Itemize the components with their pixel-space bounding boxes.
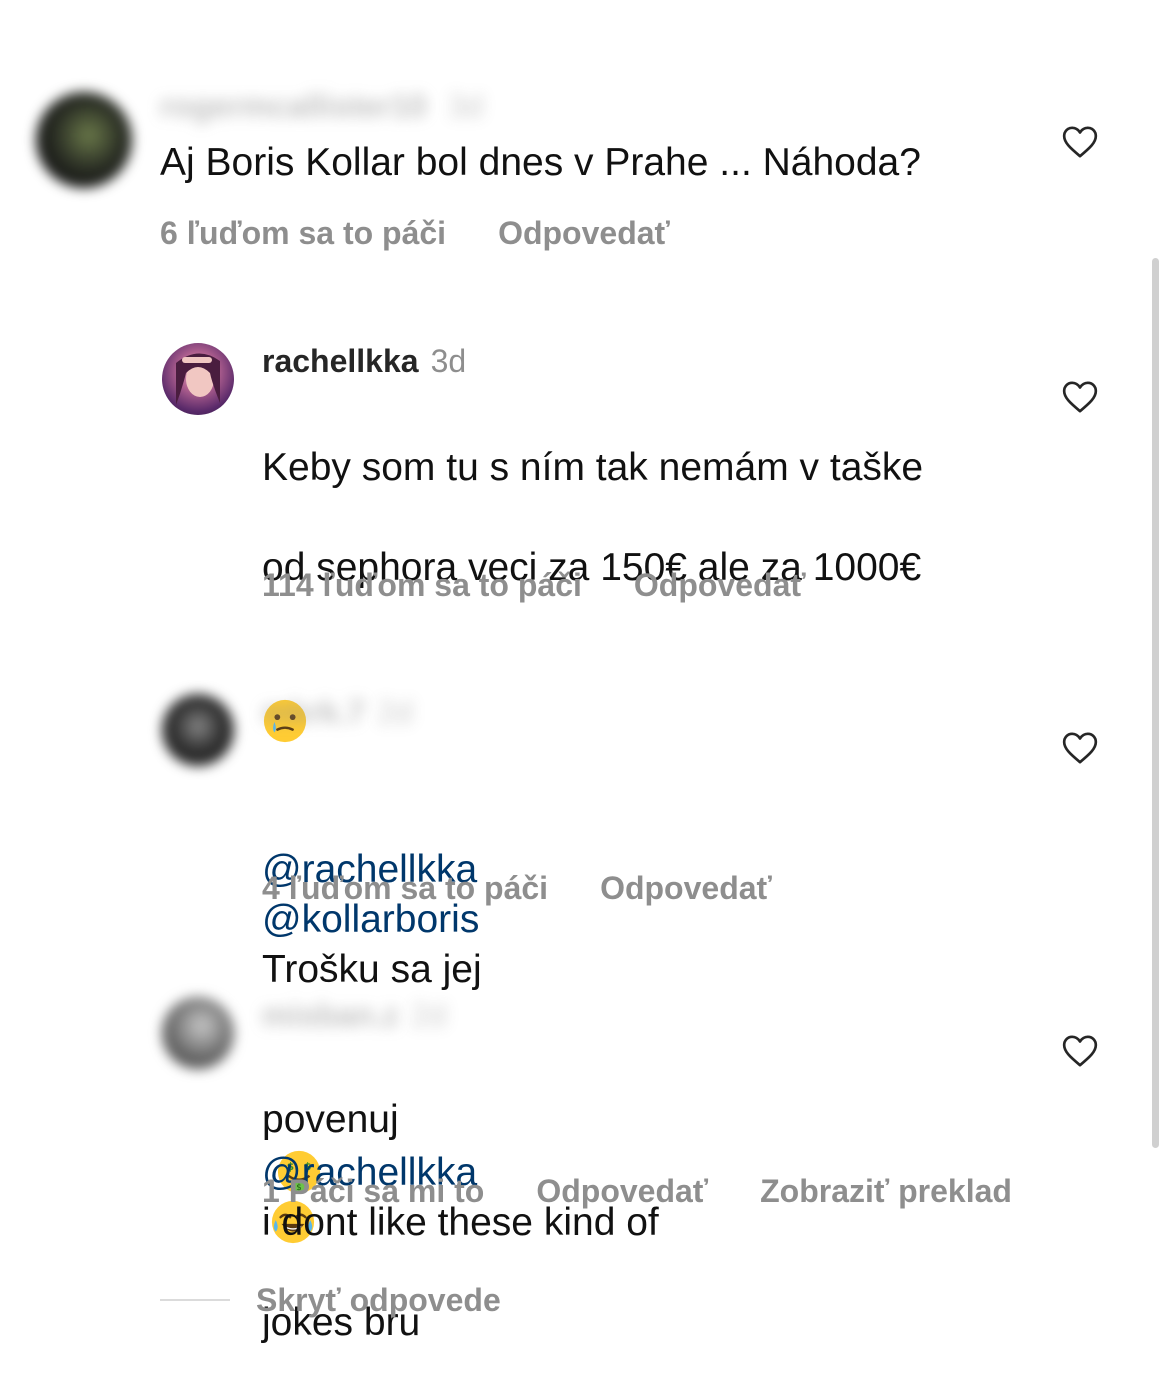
divider-line: [160, 1299, 230, 1301]
username[interactable]: misban.z: [262, 997, 399, 1033]
comment-header: rachellkka 3d: [262, 341, 466, 381]
avatar[interactable]: [36, 92, 132, 188]
comment-header: misban.z 2d: [262, 995, 447, 1035]
timestamp: 2d: [410, 997, 447, 1033]
comment-header: mkrk.7 2d: [262, 692, 413, 732]
hide-replies-button[interactable]: Skryť odpovede: [160, 1280, 501, 1320]
timestamp: 2d: [377, 694, 413, 730]
comment-text: Aj Boris Kollar bol dnes v Prahe ... Náh…: [160, 141, 921, 184]
likes-count[interactable]: 114 ľuďom sa to páči: [262, 567, 582, 603]
comment-text-segment: Trošku sa jej: [262, 948, 482, 991]
heart-outline-icon[interactable]: [1060, 728, 1100, 768]
hide-replies-label: Skryť odpovede: [256, 1282, 501, 1318]
avatar[interactable]: [162, 997, 234, 1069]
reply-button[interactable]: Odpovedať: [600, 870, 772, 906]
avatar[interactable]: [162, 694, 234, 766]
heart-outline-icon[interactable]: [1060, 377, 1100, 417]
profile-photo: [176, 353, 220, 405]
comment-actions: 4 ľuďom sa to páči Odpovedať: [262, 868, 772, 908]
avatar[interactable]: [162, 343, 234, 415]
comment-text-line: Keby som tu s ním tak nemám v taške: [262, 446, 924, 489]
timestamp: 3d: [447, 88, 484, 124]
heart-outline-icon[interactable]: [1060, 1031, 1100, 1071]
likes-count[interactable]: 6 ľuďom sa to páči: [160, 215, 446, 251]
comment-actions: 6 ľuďom sa to páči Odpovedať: [160, 213, 670, 253]
show-translation-button[interactable]: Zobraziť preklad: [760, 1173, 1012, 1209]
reply-button[interactable]: Odpovedať: [498, 215, 670, 251]
likes-count[interactable]: 4 ľuďom sa to páči: [262, 870, 548, 906]
scrollbar[interactable]: [1152, 258, 1159, 1148]
comment-actions: 114 ľuďom sa to páči Odpovedať: [262, 565, 806, 605]
username[interactable]: mkrk.7: [262, 694, 365, 730]
username[interactable]: rogermcallister10: [160, 88, 427, 124]
timestamp: 3d: [430, 343, 467, 379]
heart-outline-icon[interactable]: [1060, 122, 1100, 162]
reply-button[interactable]: Odpovedať: [536, 1173, 708, 1209]
reply-button[interactable]: Odpovedať: [634, 567, 806, 603]
comment-text: @rachellkka i dont like these kind of jo…: [262, 1048, 659, 1398]
comment-actions: 1 Páči sa mi to Odpovedať Zobraziť preklad: [262, 1171, 1012, 1211]
likes-count[interactable]: 1 Páči sa mi to: [262, 1173, 484, 1209]
username[interactable]: rachellkka: [262, 343, 419, 379]
comment-header: rogermcallister10 3d: [160, 86, 483, 126]
